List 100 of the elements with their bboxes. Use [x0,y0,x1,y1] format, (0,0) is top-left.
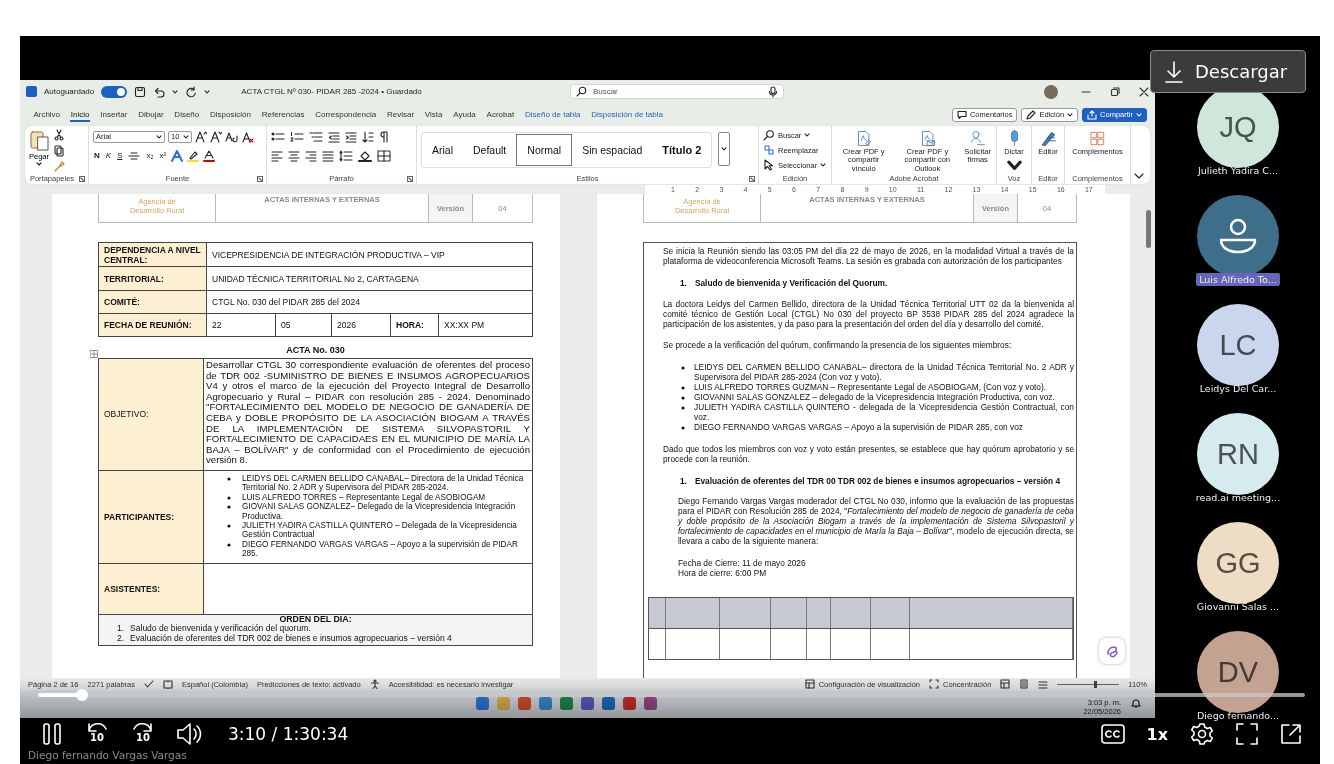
ribbon-tab[interactable]: Dibujar [132,107,169,122]
borders-icon[interactable] [377,149,391,162]
align-left-icon[interactable] [271,149,283,162]
ribbon-tab[interactable]: Diseño [168,107,205,122]
underline-button[interactable]: S [116,151,124,160]
list-number: 1. [680,278,687,289]
caret-icon[interactable] [204,89,211,94]
line-spacing-icon[interactable] [339,149,353,162]
ribbon-tab[interactable]: Ayuda [447,107,482,122]
ribbon-tab[interactable]: Insertar [94,107,133,122]
accessibility-icon[interactable] [369,679,380,689]
microphone-icon[interactable] [767,85,778,98]
shading-icon[interactable] [358,149,372,162]
subscript-button[interactable]: x₂ [145,151,155,160]
captions-button[interactable] [1100,724,1125,744]
dialog-launcher-icon[interactable] [407,176,413,182]
ribbon-tab[interactable]: Disposición [204,107,257,122]
brush-icon[interactable] [53,161,65,173]
display-settings-icon[interactable] [804,679,815,689]
strikethrough-icon[interactable] [127,149,142,162]
skip-forward-button[interactable]: 10 [130,721,156,747]
align-center-icon[interactable] [288,149,300,162]
book-icon[interactable] [163,679,173,689]
bold-button[interactable]: N [93,151,101,160]
print-layout-icon[interactable] [1000,679,1011,689]
progress-track[interactable] [38,689,1305,701]
scissors-icon[interactable] [54,129,64,141]
external-link-icon [1280,723,1302,745]
page-view-icon[interactable] [1019,679,1030,689]
word-logo-icon[interactable] [26,86,37,97]
paragraph-mark-icon[interactable] [379,130,389,143]
ribbon-tab[interactable]: Diseño de tabla [519,107,586,122]
gallery-more-button[interactable] [718,132,731,166]
autosave-toggle[interactable] [101,85,128,98]
ribbon-tab[interactable]: Vista [419,107,448,122]
document-title[interactable]: ACTA CTGL Nº 030- PIDAR 285 -2024 • Guardado [241,87,422,96]
search-field[interactable]: Buscar [569,84,784,99]
save-icon[interactable] [134,85,147,98]
dialog-launcher-icon[interactable] [257,176,263,182]
italic-button[interactable]: K [104,151,113,160]
change-case-icon[interactable] [225,130,239,143]
playback-speed-button[interactable]: 1x [1146,724,1168,744]
ribbon-tab[interactable]: Referencias [256,107,310,122]
table-move-handle-icon[interactable] [90,350,98,358]
superscript-button[interactable]: x² [158,151,168,160]
settings-button[interactable] [1190,722,1214,746]
ribbon-tab[interactable]: Correspondencia [309,107,382,122]
sort-icon[interactable] [362,130,374,143]
justify-icon[interactable] [322,149,334,162]
decrease-indent-icon[interactable] [328,130,340,143]
dialog-launcher-icon[interactable] [749,176,755,182]
multilevel-list-icon[interactable] [309,130,323,143]
redo-icon[interactable] [185,85,198,98]
ribbon-tab[interactable]: Inicio [65,107,95,122]
style-option[interactable]: Default [463,134,517,166]
field-label: PARTICIPANTES: [98,470,204,564]
style-option[interactable]: Arial [422,134,463,166]
clear-formatting-icon[interactable] [242,130,254,143]
shrink-font-icon[interactable] [210,130,222,143]
style-option[interactable]: Normal [516,134,573,166]
fullscreen-button[interactable] [1236,723,1258,745]
font-color-icon[interactable] [203,149,216,162]
numbered-list-icon[interactable] [290,130,304,143]
skip-back-button[interactable]: 10 [84,721,110,747]
pause-button[interactable] [42,722,62,746]
dialog-launcher-icon[interactable] [79,176,85,182]
bullet-list-icon[interactable] [271,130,285,143]
focus-icon[interactable] [929,679,939,689]
scrollbar-thumb[interactable] [1146,210,1151,248]
align-right-icon[interactable] [305,149,317,162]
search-icon [575,86,587,97]
ribbon-tab[interactable]: Revisar [381,107,420,122]
grow-font-icon[interactable] [195,130,207,143]
download-button[interactable]: Descargar [1150,50,1306,93]
pop-out-button[interactable] [1280,723,1302,745]
style-option[interactable]: Título 2 [652,134,712,166]
restore-icon[interactable] [1110,86,1120,97]
text-effects-icon[interactable] [171,149,184,162]
close-icon[interactable] [1139,86,1149,97]
proofing-icon[interactable] [144,679,154,689]
ribbon-tab[interactable]: Acrobat [481,107,520,122]
web-layout-icon[interactable] [1038,679,1049,689]
zoom-slider-thumb[interactable] [1093,680,1097,688]
collapse-ribbon-icon[interactable] [1134,172,1144,180]
style-option[interactable]: Sin espaciad [572,134,653,166]
copy-icon[interactable] [54,145,64,157]
caret-icon[interactable] [172,89,179,94]
ribbon-tab[interactable]: Disposición de tabla [585,107,669,122]
user-avatar[interactable] [1044,84,1058,99]
field-label: OBJETIVO: [98,358,204,471]
highlighter-icon[interactable] [187,149,200,162]
ribbon-tab[interactable]: Archivo [28,107,66,122]
increase-indent-icon[interactable] [345,130,357,143]
agenda-item: Evaluación de oferentes del TDR 002 de bienes e insumos agropecuarios – versión 4 [130,633,452,644]
volume-button[interactable] [176,722,202,746]
bell-icon[interactable] [1131,698,1141,708]
undo-icon[interactable] [153,85,166,98]
copilot-button[interactable] [1099,638,1125,664]
field-label: ASISTENTES: [98,563,204,615]
caret-icon [820,163,827,167]
